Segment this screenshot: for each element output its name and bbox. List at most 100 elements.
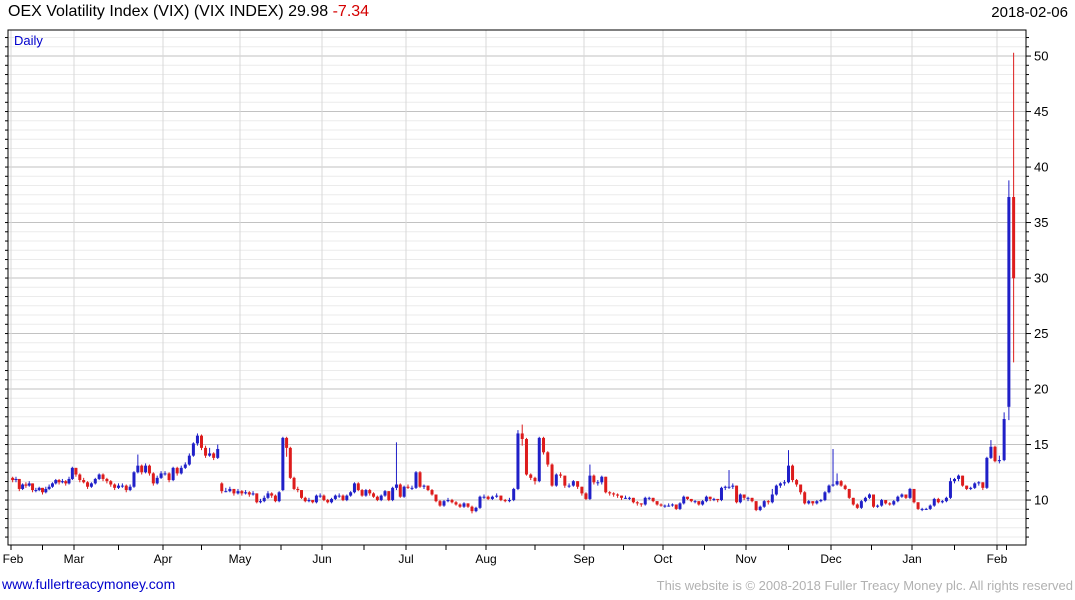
candle-up [383, 491, 387, 496]
candle-down [686, 496, 690, 499]
candle-down [550, 464, 554, 486]
candle-up [973, 483, 977, 488]
candle-down [563, 475, 567, 486]
candle-up [944, 497, 948, 502]
candle-up [908, 488, 912, 498]
candle-down [576, 481, 580, 487]
candle-up [957, 475, 961, 479]
candle-up [224, 491, 228, 493]
candle-up [723, 486, 727, 488]
candle-up [571, 481, 575, 486]
candle-down [356, 483, 360, 491]
x-axis-month-label: Feb [3, 552, 24, 566]
candle-up [259, 501, 262, 503]
candle-down [31, 483, 35, 491]
candle-up [867, 494, 871, 498]
candle-up [183, 464, 187, 468]
candle-up [117, 485, 120, 488]
candle-up [244, 492, 248, 494]
candle-up [600, 476, 604, 483]
candle-down [247, 492, 251, 495]
candle-up [953, 478, 956, 482]
candle-up [682, 496, 686, 504]
candle-up [70, 467, 74, 479]
candle-down [524, 438, 528, 475]
candle-down [200, 435, 203, 448]
candle-up [442, 501, 446, 506]
candle-down [631, 497, 635, 503]
candle-up [208, 453, 212, 456]
candle-up [128, 486, 132, 491]
y-axis-label: 35 [1034, 215, 1048, 230]
candle-up [251, 493, 255, 495]
candle-up [216, 448, 220, 458]
candle-down [616, 494, 620, 496]
candle-down [434, 494, 438, 502]
candle-down [109, 481, 113, 485]
candle-down [635, 502, 639, 504]
candle-up [924, 508, 928, 510]
candle-up [120, 485, 124, 487]
candle-down [438, 501, 442, 506]
candle-down [608, 492, 612, 494]
candle-down [912, 488, 916, 503]
candle-up [50, 483, 54, 487]
candle-down [458, 504, 462, 507]
candle-down [855, 504, 859, 508]
candle-down [766, 501, 770, 503]
candle-down [689, 498, 693, 502]
x-axis-month-label: Sep [573, 552, 595, 566]
candle-up [516, 433, 520, 489]
candle-down [372, 493, 376, 497]
candle-down [961, 475, 965, 486]
x-axis-month-label: Apr [154, 552, 173, 566]
candle-down [486, 496, 490, 499]
candle-up [333, 495, 337, 499]
candle-up [859, 501, 863, 508]
candle-down [659, 504, 663, 506]
candle-down [697, 501, 701, 505]
candle-up [179, 467, 183, 474]
candle-up [1002, 419, 1006, 461]
candle-down [651, 497, 655, 502]
candle-up [932, 498, 936, 506]
candle-up [462, 503, 466, 507]
candle-down [375, 496, 379, 501]
candle-down [529, 474, 533, 478]
candle-down [78, 474, 82, 481]
y-axis-label: 25 [1034, 326, 1048, 341]
candle-down [851, 497, 855, 505]
chart-window: OEX Volatility Index (VIX) (VIX INDEX) 2… [0, 0, 1075, 600]
candle-down [140, 465, 144, 473]
candle-up [588, 475, 592, 499]
y-axis-label: 10 [1034, 493, 1048, 508]
candle-up [827, 485, 831, 493]
x-axis-month-label: Nov [735, 552, 756, 566]
candle-down [993, 446, 997, 462]
candle-up [762, 501, 766, 507]
candle-up [163, 473, 167, 475]
candle-down [105, 478, 109, 482]
candle-up [969, 487, 973, 489]
candle-up [712, 498, 716, 500]
candle-down [398, 484, 402, 497]
candle-down [847, 488, 851, 498]
candle-down [212, 453, 216, 458]
candle-up [670, 504, 674, 506]
candle-up [807, 501, 811, 504]
candle-up [647, 497, 651, 499]
candle-up [89, 483, 93, 487]
candle-down [639, 503, 643, 505]
candle-up [746, 497, 750, 499]
candle-up [835, 481, 839, 485]
candle-down [418, 472, 422, 487]
website-link[interactable]: www.fullertreacymoney.com [2, 576, 175, 592]
candle-down [466, 503, 470, 507]
candle-up [787, 465, 790, 483]
candle-up [977, 482, 981, 484]
candle-down [888, 503, 892, 505]
axis-labels: 10 15 20 25 30 35 40 45 50 Feb Mar Apr May Jun Jul Aug S… [3, 49, 1049, 566]
candle-up [704, 496, 708, 502]
candle-up [778, 483, 782, 486]
candle-up [819, 500, 823, 502]
